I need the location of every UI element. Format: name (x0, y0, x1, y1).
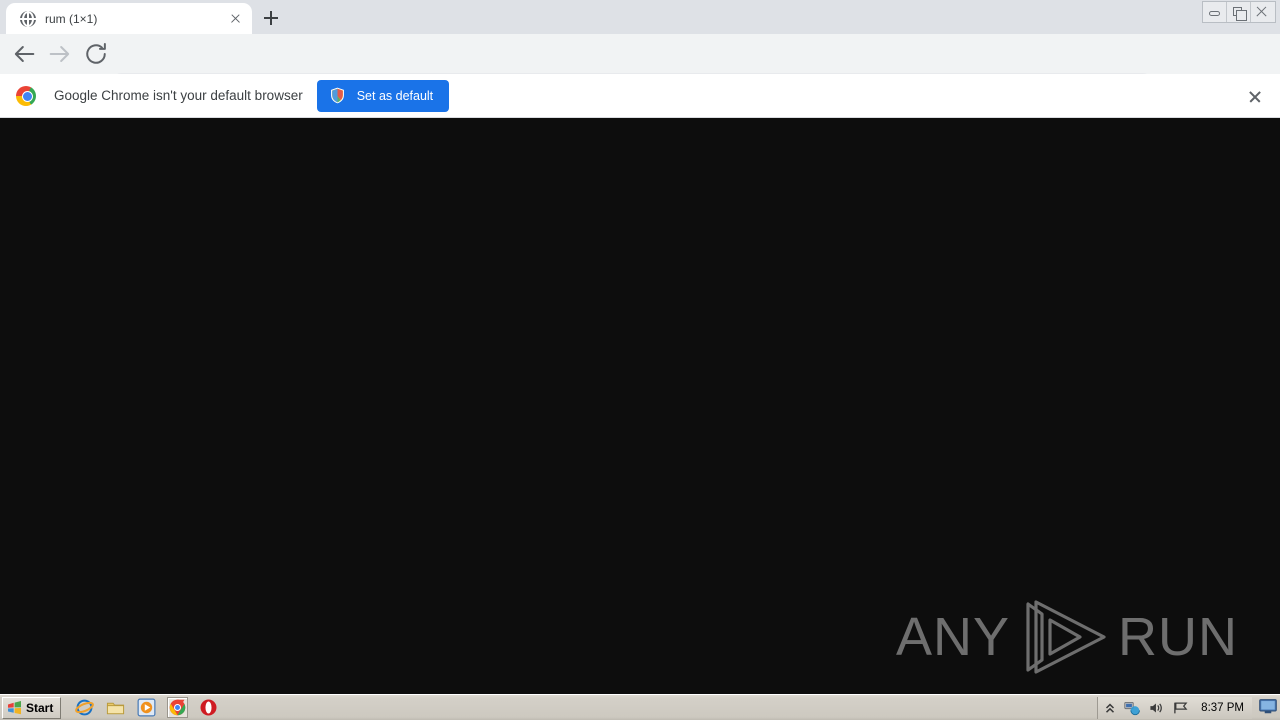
infobar-close-icon[interactable] (1246, 87, 1264, 105)
window-controls (1202, 1, 1276, 23)
google-chrome-icon[interactable] (167, 697, 189, 718)
close-icon[interactable] (227, 10, 244, 27)
start-label: Start (26, 700, 54, 715)
quick-launch-bar (75, 697, 218, 718)
restore-icon[interactable] (1227, 2, 1251, 22)
window-close-icon[interactable] (1251, 2, 1275, 22)
volume-icon[interactable] (1149, 701, 1164, 715)
network-icon[interactable] (1124, 701, 1141, 716)
set-as-default-button[interactable]: Set as default (316, 79, 450, 112)
clock[interactable]: 8:37 PM (1201, 702, 1244, 714)
browser-tab[interactable]: rum (1×1) (6, 3, 252, 34)
show-desktop-icon[interactable] (1259, 699, 1277, 714)
default-browser-infobar: Google Chrome isn't your default browser… (0, 74, 1280, 118)
internet-explorer-icon[interactable] (75, 698, 95, 717)
watermark-right-text: RUN (1118, 607, 1238, 667)
chevron-up-icon[interactable] (1105, 702, 1115, 715)
anyrun-watermark: ANY RUN (896, 598, 1238, 676)
tab-strip: rum (1×1) (0, 0, 1280, 34)
globe-icon (20, 10, 36, 27)
browser-window: rum (1×1) Google Chrome isn't your defau… (0, 0, 1280, 720)
tab-title: rum (1×1) (45, 11, 98, 26)
infobar-message: Google Chrome isn't your default browser (54, 88, 303, 103)
reload-icon[interactable] (82, 40, 110, 68)
watermark-left-text: ANY (895, 607, 1010, 667)
start-button[interactable]: Start (2, 696, 62, 719)
minimize-icon[interactable] (1203, 2, 1227, 22)
play-triangle-icon (1016, 598, 1112, 676)
chrome-logo-icon (16, 85, 36, 106)
new-tab-button[interactable] (259, 6, 283, 30)
explorer-folder-icon[interactable] (106, 698, 125, 717)
forward-icon (46, 40, 74, 68)
windows-flag-icon (7, 700, 22, 715)
flag-icon[interactable] (1173, 701, 1189, 715)
system-tray: 8:37 PM (1097, 697, 1252, 719)
page-viewport: ANY RUN (0, 119, 1280, 694)
media-player-icon[interactable] (137, 698, 156, 717)
taskbar: Start 8:37 PM (0, 694, 1280, 720)
opera-browser-icon[interactable] (199, 698, 218, 717)
set-as-default-label: Set as default (356, 88, 434, 103)
browser-toolbar: https://dsum-sec.casalemedia.com/rum?cm_… (0, 34, 1280, 101)
shield-icon (329, 87, 346, 104)
back-icon[interactable] (10, 40, 38, 68)
